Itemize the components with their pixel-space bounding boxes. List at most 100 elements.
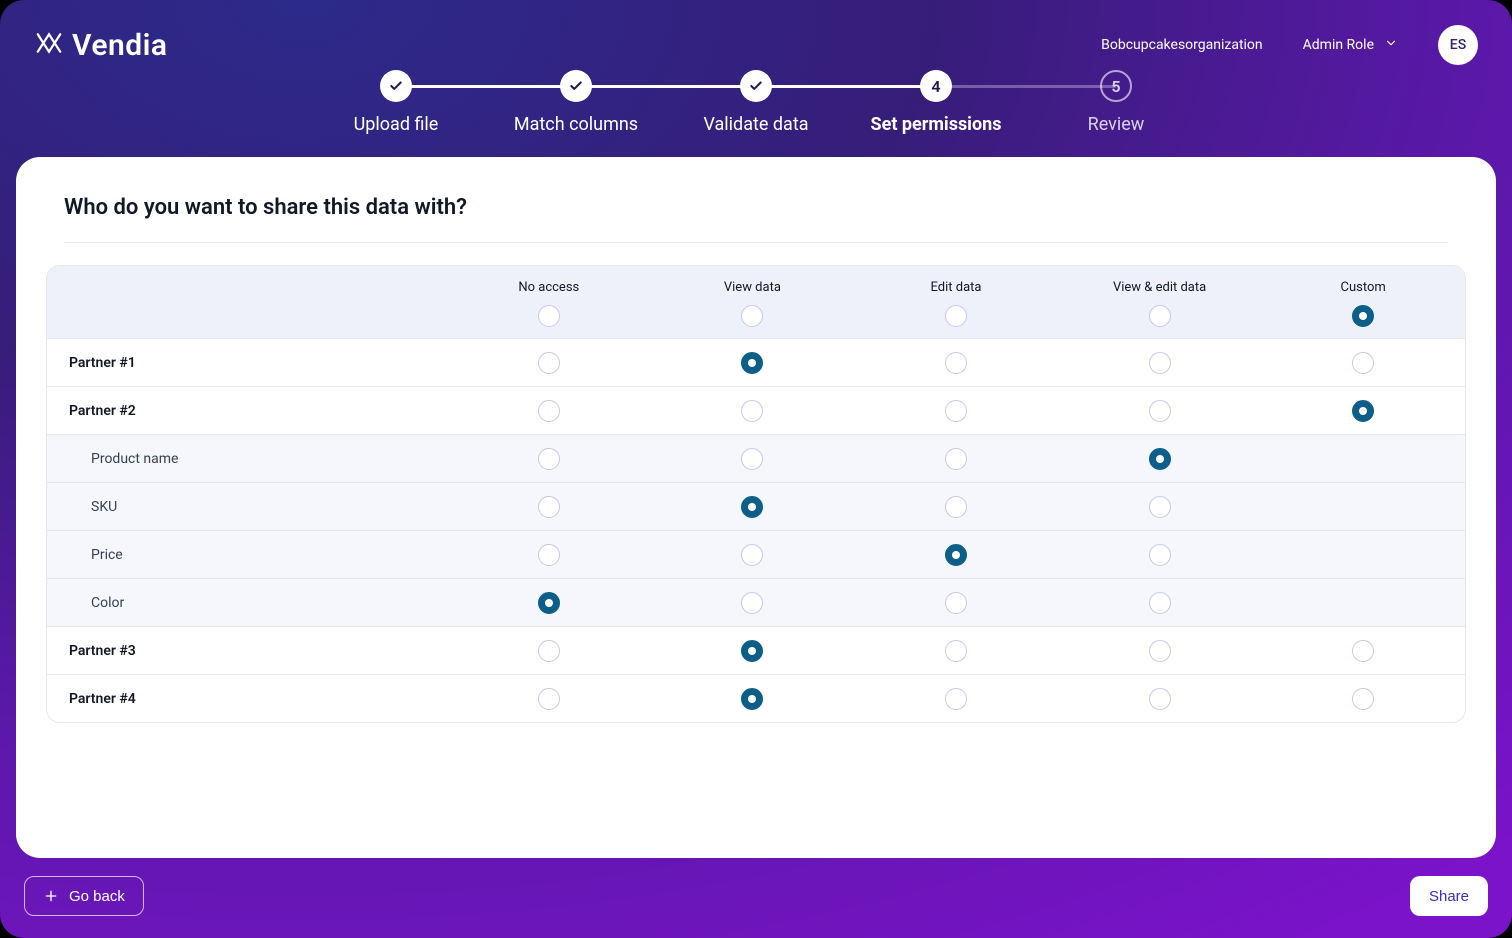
permission-radio[interactable]: [1149, 640, 1171, 662]
go-back-label: Go back: [69, 888, 125, 905]
column-title: Edit data: [931, 280, 982, 295]
field-row: SKU: [47, 482, 1465, 530]
column-title: No access: [518, 280, 579, 295]
step-3[interactable]: Validate data: [666, 70, 846, 135]
permission-radio[interactable]: [945, 448, 967, 470]
permission-cell: [1058, 592, 1262, 614]
org-name[interactable]: Bobcupcakesorganization: [1101, 37, 1263, 53]
permission-cell: [1261, 688, 1465, 710]
permission-radio[interactable]: [538, 496, 560, 518]
column-header: No access: [447, 280, 651, 327]
permission-radio[interactable]: [1149, 448, 1171, 470]
permission-cell: [1058, 400, 1262, 422]
step-indicator: 4: [920, 70, 952, 102]
field-row: Product name: [47, 434, 1465, 482]
permission-radio[interactable]: [945, 496, 967, 518]
brand-logo[interactable]: Vendia: [34, 28, 168, 63]
permission-radio[interactable]: [538, 592, 560, 614]
permission-radio[interactable]: [741, 688, 763, 710]
permission-radio[interactable]: [945, 592, 967, 614]
step-connector: [396, 85, 576, 88]
permission-cell: [447, 592, 651, 614]
permission-radio[interactable]: [945, 352, 967, 374]
role-select[interactable]: Admin Role: [1303, 36, 1398, 54]
permission-radio[interactable]: [1149, 592, 1171, 614]
permission-radio[interactable]: [538, 448, 560, 470]
permission-cell: [651, 640, 855, 662]
permission-radio[interactable]: [741, 544, 763, 566]
permission-radio[interactable]: [741, 400, 763, 422]
header-radio[interactable]: [741, 305, 763, 327]
row-label: SKU: [47, 499, 447, 515]
permission-radio[interactable]: [1352, 688, 1374, 710]
permission-radio[interactable]: [1352, 400, 1374, 422]
column-header: View data: [651, 280, 855, 327]
avatar[interactable]: ES: [1438, 25, 1478, 65]
permission-cell: [651, 688, 855, 710]
step-indicator: 5: [1100, 70, 1132, 102]
permission-radio[interactable]: [538, 352, 560, 374]
permission-cell: [854, 352, 1058, 374]
permission-cell: [1058, 640, 1262, 662]
permission-radio[interactable]: [1149, 544, 1171, 566]
field-row: Color: [47, 578, 1465, 626]
column-title: View & edit data: [1113, 280, 1206, 295]
column-header: Custom: [1261, 280, 1465, 327]
permissions-table: No access View data Edit data View & edit d…: [46, 265, 1466, 723]
row-label: Partner #4: [47, 691, 447, 707]
permission-cell: [854, 544, 1058, 566]
partner-row: Partner #1: [47, 338, 1465, 386]
permission-radio[interactable]: [945, 544, 967, 566]
permission-cell: [1261, 352, 1465, 374]
permission-radio[interactable]: [741, 352, 763, 374]
permission-radio[interactable]: [538, 640, 560, 662]
app-header: Vendia Bobcupcakesorganization Admin Rol…: [0, 0, 1512, 70]
step-5[interactable]: 5 Review: [1026, 70, 1206, 135]
partner-row: Partner #3: [47, 626, 1465, 674]
row-label: Product name: [47, 451, 447, 467]
permission-radio[interactable]: [945, 688, 967, 710]
step-indicator: [380, 70, 412, 102]
stepper: Upload file Match columnsValidate data4Se…: [0, 70, 1512, 147]
step-label: Upload file: [354, 114, 439, 135]
permission-radio[interactable]: [945, 400, 967, 422]
permission-radio[interactable]: [945, 640, 967, 662]
permission-radio[interactable]: [741, 496, 763, 518]
header-radio[interactable]: [538, 305, 560, 327]
permission-radio[interactable]: [538, 688, 560, 710]
step-1[interactable]: Upload file: [306, 70, 486, 135]
permission-radio[interactable]: [1149, 496, 1171, 518]
permission-radio[interactable]: [538, 400, 560, 422]
permission-radio[interactable]: [741, 448, 763, 470]
row-label: Partner #1: [47, 355, 447, 371]
column-header: View & edit data: [1058, 280, 1262, 327]
permission-cell: [447, 640, 651, 662]
permission-radio[interactable]: [1352, 352, 1374, 374]
app-root: Vendia Bobcupcakesorganization Admin Rol…: [0, 0, 1512, 938]
step-connector: [756, 85, 936, 88]
row-label: Partner #3: [47, 643, 447, 659]
permission-cell: [1058, 544, 1262, 566]
step-2[interactable]: Match columns: [486, 70, 666, 135]
step-label: Review: [1088, 114, 1145, 135]
header-radio[interactable]: [945, 305, 967, 327]
step-4[interactable]: 4Set permissions: [846, 70, 1026, 135]
permission-cell: [651, 544, 855, 566]
permission-cell: [447, 352, 651, 374]
share-label: Share: [1429, 888, 1469, 905]
permission-radio[interactable]: [741, 592, 763, 614]
permission-radio[interactable]: [1352, 640, 1374, 662]
header-radio[interactable]: [1352, 305, 1374, 327]
permission-radio[interactable]: [1149, 400, 1171, 422]
permission-cell: [447, 400, 651, 422]
permission-cell: [854, 640, 1058, 662]
header-radio[interactable]: [1149, 305, 1171, 327]
permission-cell: [1058, 448, 1262, 470]
permission-radio[interactable]: [538, 544, 560, 566]
go-back-button[interactable]: Go back: [24, 876, 144, 916]
share-button[interactable]: Share: [1410, 876, 1488, 916]
permission-radio[interactable]: [741, 640, 763, 662]
permission-radio[interactable]: [1149, 352, 1171, 374]
row-label: Price: [47, 547, 447, 563]
permission-radio[interactable]: [1149, 688, 1171, 710]
